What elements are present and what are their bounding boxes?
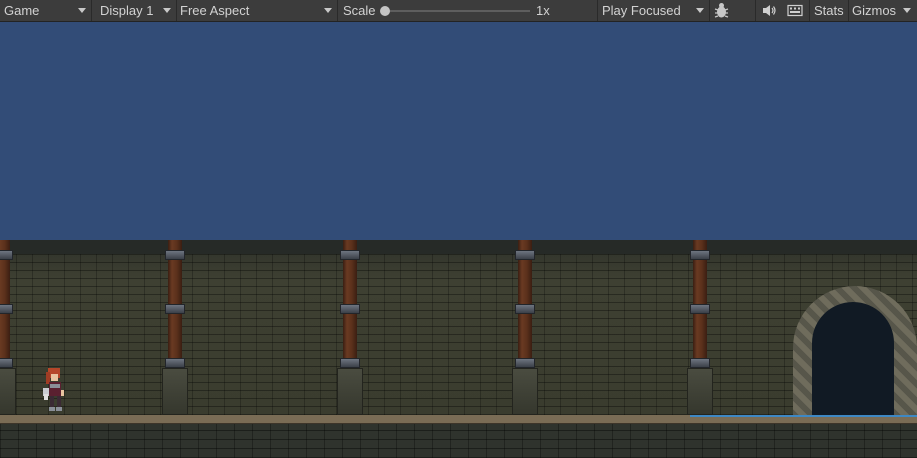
water-surface — [690, 415, 917, 417]
speaker-icon — [763, 5, 776, 16]
keyboard-icon — [787, 4, 803, 17]
archway-doorway — [812, 302, 894, 415]
play-mode-label: Play Focused — [602, 3, 681, 18]
gizmos-dropdown[interactable]: Gizmos — [849, 0, 917, 21]
wooden-pillar — [687, 240, 713, 415]
chevron-down-icon — [903, 8, 911, 13]
gizmos-label: Gizmos — [852, 3, 897, 18]
aspect-dropdown[interactable]: Free Aspect — [177, 0, 338, 21]
stone-floor — [0, 424, 917, 458]
chevron-down-icon — [78, 8, 86, 13]
view-tab-dropdown[interactable]: Game — [0, 0, 92, 21]
scale-label: Scale — [343, 3, 376, 18]
wall-top-shadow — [0, 240, 917, 254]
bug-icon — [714, 3, 729, 18]
play-mode-dropdown[interactable]: Play Focused — [598, 0, 710, 21]
castle-brick-wall — [0, 240, 917, 415]
stats-button[interactable]: Stats — [814, 0, 844, 21]
view-tab-label: Game — [4, 3, 40, 18]
wooden-pillar — [512, 240, 538, 415]
debug-button[interactable] — [710, 0, 733, 21]
wooden-pillar — [337, 240, 363, 415]
mute-audio-button[interactable] — [758, 0, 780, 21]
aspect-label: Free Aspect — [180, 3, 250, 18]
scale-slider-track[interactable] — [385, 10, 530, 12]
wooden-pillar — [162, 240, 188, 415]
game-viewport[interactable] — [0, 22, 917, 458]
keyboard-shortcuts-button[interactable] — [782, 0, 808, 21]
wooden-pillar — [0, 240, 16, 415]
chevron-down-icon — [324, 8, 332, 13]
game-view-toolbar: Game Display 1 Free Aspect Scale 1x Play… — [0, 0, 917, 22]
toolbar-separator — [755, 0, 756, 21]
scale-slider-thumb[interactable] — [380, 6, 390, 16]
player-character — [43, 368, 64, 411]
sky-background — [0, 22, 917, 240]
display-dropdown[interactable]: Display 1 — [92, 0, 177, 21]
chevron-down-icon — [163, 8, 171, 13]
toolbar-separator — [809, 0, 810, 21]
chevron-down-icon — [696, 8, 704, 13]
display-label: Display 1 — [100, 3, 154, 18]
scale-value: 1x — [536, 3, 550, 18]
